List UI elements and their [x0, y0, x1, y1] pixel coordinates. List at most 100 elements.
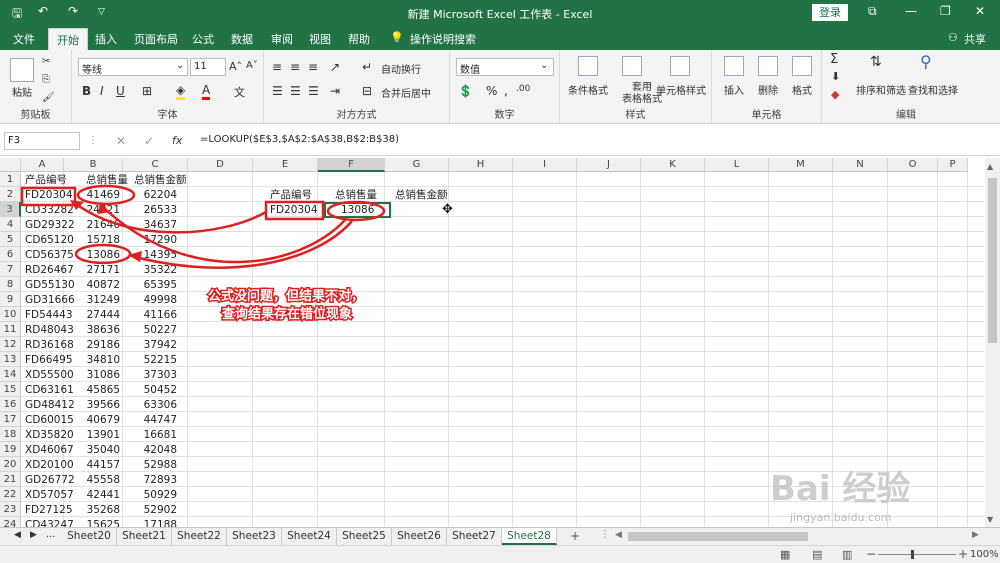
insert-cells-icon[interactable] — [724, 56, 744, 76]
font-size-select[interactable]: 11 — [190, 58, 226, 76]
conditional-format-button[interactable]: 条件格式 — [568, 82, 608, 97]
tab-insert[interactable]: 插入 — [95, 31, 117, 47]
zoom-level[interactable]: 100% — [970, 549, 999, 560]
name-box[interactable]: F3 — [4, 132, 80, 150]
scroll-down-icon[interactable]: ▼ — [987, 515, 993, 524]
sort-filter-button[interactable]: 排序和筛选 — [856, 82, 906, 97]
cancel-icon[interactable]: ✕ — [116, 134, 126, 148]
conditional-format-icon[interactable] — [578, 56, 598, 76]
insert-cells-button[interactable]: 插入 — [724, 82, 744, 97]
underline-button[interactable]: U — [116, 84, 125, 98]
merge-icon[interactable]: ⊟ — [362, 84, 372, 98]
ribbon-display-icon[interactable]: ⧉ — [868, 4, 877, 19]
orientation-icon[interactable]: ↗ — [330, 60, 340, 74]
format-cells-button[interactable]: 格式 — [792, 82, 812, 97]
login-button[interactable]: 登录 — [812, 4, 848, 21]
sheet-tab[interactable]: Sheet22 — [172, 528, 227, 545]
sort-filter-icon[interactable]: ⇅ — [870, 54, 882, 70]
italic-button[interactable]: I — [100, 84, 104, 98]
merge-center-button[interactable]: 合并后居中 — [381, 85, 431, 100]
minimize-icon[interactable]: — — [905, 4, 917, 18]
page-layout-view-icon[interactable]: ▤ — [812, 548, 822, 561]
sheet-tab[interactable]: Sheet25 — [337, 528, 392, 545]
normal-view-icon[interactable]: ▦ — [780, 548, 790, 561]
sheet-tab[interactable]: Sheet28 — [502, 528, 557, 545]
scroll-thumb[interactable] — [988, 178, 997, 343]
shrink-font-button[interactable]: A˅ — [246, 60, 258, 71]
close-icon[interactable]: ✕ — [975, 4, 985, 18]
find-icon[interactable]: ⚲ — [920, 52, 932, 71]
tab-help[interactable]: 帮助 — [348, 31, 370, 47]
grow-font-button[interactable]: A˄ — [229, 60, 242, 73]
sheet-tab[interactable]: Sheet27 — [447, 528, 502, 545]
zoom-slider-thumb[interactable] — [911, 550, 914, 559]
horizontal-scroll-thumb[interactable] — [628, 532, 808, 541]
restore-icon[interactable]: ❐ — [940, 4, 951, 18]
find-select-button[interactable]: 查找和选择 — [908, 82, 958, 97]
paste-icon[interactable] — [10, 58, 34, 82]
tab-data[interactable]: 数据 — [231, 31, 253, 47]
copy-icon[interactable]: ⎘ — [42, 74, 50, 85]
wrap-text-button[interactable]: 自动换行 — [381, 61, 421, 76]
sheet-tab[interactable]: Sheet24 — [282, 528, 337, 545]
paste-label[interactable]: 粘贴 — [12, 84, 32, 99]
zoom-slider-track[interactable] — [878, 554, 956, 555]
align-right-icon[interactable]: ☰ — [308, 84, 319, 98]
accounting-icon[interactable]: 💲 — [458, 84, 473, 98]
bold-button[interactable]: B — [82, 84, 91, 98]
tab-file[interactable]: 文件 — [13, 31, 35, 47]
delete-cells-button[interactable]: 删除 — [758, 82, 778, 97]
percent-button[interactable]: % — [486, 84, 497, 98]
borders-icon[interactable]: ⊞ — [142, 84, 152, 98]
table-format-icon[interactable] — [622, 56, 642, 76]
autosum-button[interactable]: Σ — [830, 52, 838, 67]
format-painter-icon[interactable]: 🖌 — [42, 92, 55, 103]
align-center-icon[interactable]: ☰ — [290, 84, 301, 98]
sheet-tab[interactable]: Sheet26 — [392, 528, 447, 545]
comma-button[interactable]: , — [504, 84, 508, 98]
cell-styles-button[interactable]: 单元格样式 — [656, 82, 706, 97]
next-sheet-icon[interactable]: ▶ — [30, 530, 37, 540]
page-break-view-icon[interactable]: ▥ — [842, 548, 852, 561]
font-name-select[interactable]: 等线 — [78, 58, 188, 76]
share-button[interactable]: 共享 — [964, 31, 986, 47]
hscroll-left-icon[interactable]: ◀ — [615, 530, 622, 540]
vertical-scrollbar[interactable]: ▲ ▼ — [985, 158, 1000, 527]
decimal-icon[interactable]: .00 — [516, 84, 530, 94]
zoom-in-button[interactable]: + — [958, 547, 968, 561]
tab-page-layout[interactable]: 页面布局 — [134, 31, 178, 47]
format-cells-icon[interactable] — [792, 56, 812, 76]
indent-icon[interactable]: ⇥ — [330, 84, 340, 98]
prev-sheet-icon[interactable]: ◀ — [14, 530, 21, 540]
zoom-out-button[interactable]: − — [866, 547, 876, 561]
cell-styles-icon[interactable] — [670, 56, 690, 76]
align-left-icon[interactable]: ☰ — [272, 84, 283, 98]
hscroll-right-icon[interactable]: ▶ — [972, 530, 979, 540]
sheet-tab[interactable]: Sheet21 — [117, 528, 172, 545]
worksheet-grid[interactable]: ABCDEFGHIJKLMNOP 1 2 3 4 5 6 7 8 9 10 11 12 13 14 15 16… — [0, 158, 984, 527]
sheet-tab[interactable]: Sheet20 — [62, 528, 117, 545]
delete-cells-icon[interactable] — [758, 56, 778, 76]
phonetic-icon[interactable]: 文 — [234, 84, 245, 100]
add-sheet-button[interactable]: + — [570, 529, 580, 543]
more-sheets-button[interactable]: ... — [46, 529, 56, 540]
align-top-icon[interactable]: ≡ — [272, 60, 282, 74]
align-bottom-icon[interactable]: ≡ — [308, 60, 318, 74]
tab-review[interactable]: 审阅 — [271, 31, 293, 47]
insert-function-icon[interactable]: fx — [172, 134, 182, 147]
clear-icon[interactable]: ◆ — [831, 88, 839, 101]
formula-input[interactable]: =LOOKUP($E$3,$A$2:$A$38,B$2:B$38) — [196, 132, 984, 150]
wrap-text-icon[interactable]: ↵ — [362, 60, 372, 74]
fill-color-icon[interactable]: ◈ — [176, 83, 186, 100]
font-color-icon[interactable]: A — [202, 83, 211, 100]
tab-split-icon[interactable]: ⋮ — [600, 529, 610, 540]
align-middle-icon[interactable]: ≡ — [290, 60, 300, 74]
tab-view[interactable]: 视图 — [309, 31, 331, 47]
sheet-tab[interactable]: Sheet23 — [227, 528, 282, 545]
fill-icon[interactable]: ⬇ — [831, 70, 840, 83]
tab-home[interactable]: 开始 — [48, 28, 88, 50]
confirm-icon[interactable]: ✓ — [144, 134, 154, 148]
share-icon[interactable]: ⚇ — [948, 31, 958, 44]
tab-formulas[interactable]: 公式 — [192, 31, 214, 47]
cut-icon[interactable]: ✂ — [42, 56, 50, 67]
